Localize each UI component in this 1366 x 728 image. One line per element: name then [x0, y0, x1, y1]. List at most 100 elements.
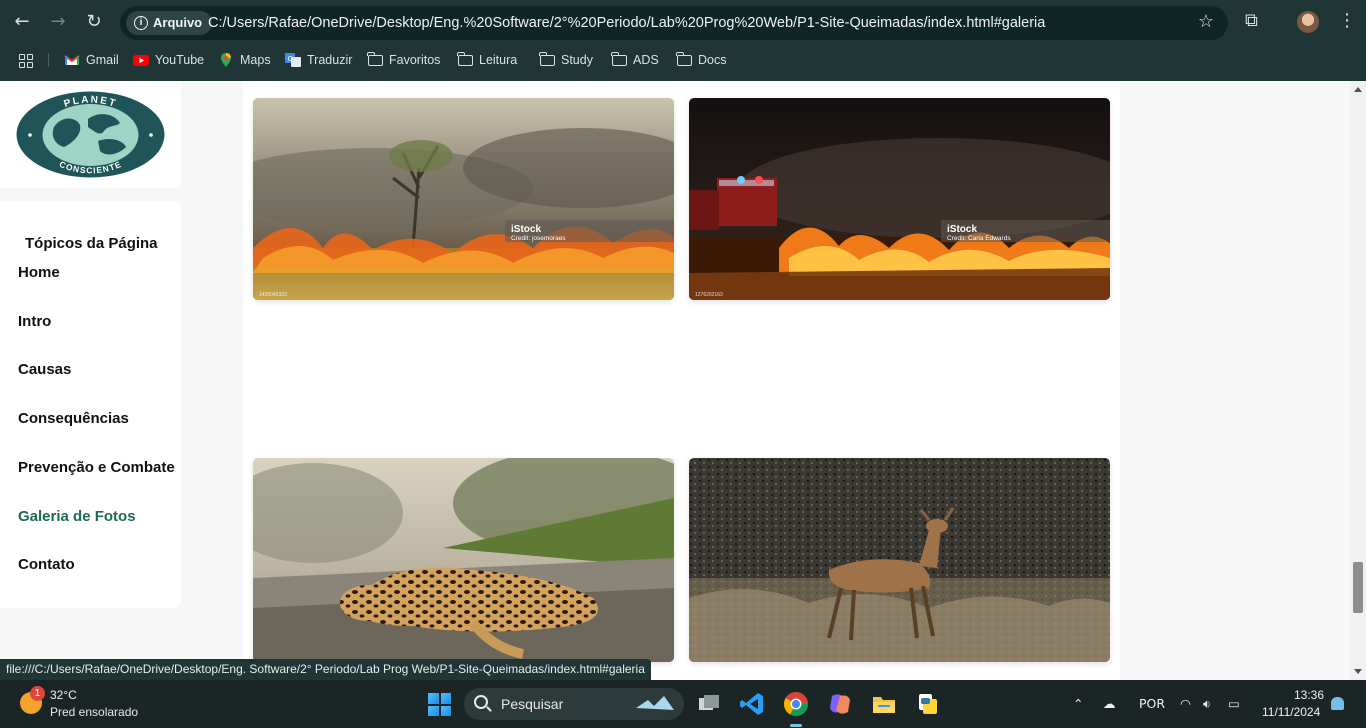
tray-chevron-up-icon[interactable]: ⌃ — [1073, 680, 1083, 728]
info-icon: i — [134, 16, 148, 30]
bookmark-folder-docs[interactable]: Docs — [676, 47, 727, 73]
gallery-photo-4[interactable] — [689, 458, 1110, 662]
photo-fire-truck-night: iStock Credit: Carla Edwards 1276292163 — [689, 98, 1110, 300]
language-indicator[interactable]: POR — [1139, 680, 1165, 728]
bookmark-maps[interactable]: Maps — [218, 47, 271, 73]
clock-date[interactable]: 11/11/2024 — [1262, 705, 1320, 719]
bookmark-folder-study[interactable]: Study — [539, 47, 593, 73]
bookmark-label: Traduzir — [307, 53, 353, 67]
wifi-icon[interactable]: ◠ — [1180, 680, 1191, 728]
windows-taskbar: 1 32°C Pred ensolarado Pesquisar ⌃ ☁ POR… — [0, 680, 1366, 728]
logo-card: PLANET CONSCIENTE — [0, 81, 181, 188]
scroll-down-arrow-icon[interactable] — [1354, 669, 1362, 674]
youtube-icon — [133, 55, 149, 66]
bookmark-folder-favoritos[interactable]: Favoritos — [367, 47, 441, 73]
page-scrollbar[interactable] — [1350, 81, 1366, 680]
weather-temperature: 32°C — [50, 688, 77, 702]
nav-link-consequencias[interactable]: Consequências — [18, 410, 129, 427]
nav-link-contato[interactable]: Contato — [18, 556, 75, 573]
url-text[interactable]: C:/Users/Rafae/OneDrive/Desktop/Eng.%20S… — [208, 6, 1045, 40]
stock-id: 1435045323 — [259, 292, 287, 298]
planet-consciente-logo[interactable]: PLANET CONSCIENTE — [16, 91, 165, 178]
link-status-bubble: file:///C:/Users/Rafae/OneDrive/Desktop/… — [0, 659, 651, 680]
maps-icon — [221, 53, 231, 67]
topics-nav: Tópicos da Página Home Intro Causas Cons… — [0, 201, 181, 608]
photo-fire-grassland: iStock Credit: josemoraes 1435045323 — [253, 98, 674, 300]
bookmark-folder-ads[interactable]: ADS — [611, 47, 659, 73]
nav-link-causas[interactable]: Causas — [18, 361, 71, 378]
watermark-text: iStock — [511, 224, 541, 235]
folder-icon — [611, 51, 627, 66]
nav-link-galeria[interactable]: Galeria de Fotos — [18, 508, 136, 525]
browser-toolbar: ← → ↻ i Arquivo C:/Users/Rafae/OneDrive/… — [0, 0, 1366, 81]
bookmark-label: Favoritos — [389, 53, 441, 67]
onedrive-cloud-icon[interactable]: ☁ — [1103, 680, 1116, 728]
bookmarks-bar: Gmail YouTube Maps G Traduzir Favoritos … — [0, 47, 1366, 73]
bookmark-label: Leitura — [479, 53, 518, 67]
scroll-up-arrow-icon[interactable] — [1354, 87, 1362, 92]
watermark-text: iStock — [947, 224, 977, 235]
bookmark-label: Study — [561, 53, 593, 67]
search-highlight-icon — [636, 696, 674, 710]
vscode-icon[interactable] — [738, 690, 766, 718]
back-arrow-icon[interactable]: ← — [10, 10, 34, 34]
bookmark-folder-leitura[interactable]: Leitura — [457, 47, 518, 73]
notification-badge: 1 — [30, 686, 45, 701]
gallery-photo-3[interactable] — [253, 458, 674, 662]
weather-description: Pred ensolarado — [50, 705, 139, 719]
nav-link-prevencao[interactable]: Prevenção e Combate — [18, 459, 175, 476]
bookmark-traduzir[interactable]: G Traduzir — [285, 47, 352, 73]
folder-icon — [457, 51, 473, 66]
folder-icon — [367, 51, 383, 66]
nav-link-home[interactable]: Home — [18, 264, 60, 281]
scrollbar-thumb[interactable] — [1353, 562, 1363, 613]
bookmark-label: Maps — [240, 53, 271, 67]
apps-grid-icon[interactable] — [19, 54, 33, 68]
bookmarks-separator — [48, 53, 49, 67]
svg-text:G: G — [288, 55, 293, 63]
bookmark-star-icon[interactable]: ☆ — [1198, 11, 1214, 32]
stock-id: 1276292163 — [695, 292, 723, 298]
reload-icon[interactable]: ↻ — [82, 10, 106, 34]
extensions-icon[interactable]: ⧉ — [1245, 10, 1258, 31]
site-info-chip[interactable]: i Arquivo — [126, 11, 213, 35]
notification-bell-icon[interactable] — [1331, 697, 1344, 710]
folder-icon — [676, 51, 692, 66]
nav-link-intro[interactable]: Intro — [18, 313, 51, 330]
menu-dots-icon[interactable]: ⋮ — [1338, 10, 1356, 31]
start-button[interactable] — [428, 693, 451, 716]
search-label: Pesquisar — [501, 696, 564, 712]
battery-icon[interactable]: ▭ — [1228, 680, 1240, 728]
file-explorer-icon[interactable] — [870, 690, 898, 718]
bookmark-gmail[interactable]: Gmail — [64, 47, 119, 73]
nav-title: Tópicos da Página — [25, 235, 158, 252]
photo-ocelot-road — [253, 458, 674, 662]
chrome-icon[interactable] — [782, 690, 810, 718]
search-icon — [474, 695, 488, 709]
photo-credit: Credit: josemoraes — [511, 235, 566, 242]
python-icon[interactable] — [914, 690, 942, 718]
bookmark-label: ADS — [633, 53, 659, 67]
clock-time[interactable]: 13:36 — [1294, 688, 1324, 702]
forward-arrow-icon[interactable]: → — [46, 10, 70, 34]
profile-avatar[interactable] — [1297, 11, 1319, 33]
bookmark-youtube[interactable]: YouTube — [133, 47, 204, 73]
address-bar[interactable]: i Arquivo C:/Users/Rafae/OneDrive/Deskto… — [120, 6, 1228, 40]
gallery-photo-1[interactable]: iStock Credit: josemoraes 1435045323 — [253, 98, 674, 300]
translate-icon: G — [285, 53, 301, 67]
bookmark-label: YouTube — [155, 53, 205, 67]
bookmark-label: Gmail — [86, 53, 119, 67]
gallery-photo-2[interactable]: iStock Credit: Carla Edwards 1276292163 — [689, 98, 1110, 300]
photo-credit: Credit: Carla Edwards — [947, 235, 1011, 242]
copilot-icon[interactable] — [826, 690, 854, 718]
photo-gallery: iStock Credit: josemoraes 1435045323 iSt… — [243, 81, 1120, 680]
volume-icon[interactable]: 🔉︎ — [1203, 680, 1211, 728]
page-viewport: PLANET CONSCIENTE Tópicos da Página Home… — [0, 81, 1350, 680]
task-view-icon[interactable] — [695, 690, 723, 718]
active-app-indicator — [790, 724, 802, 727]
bookmark-label: Docs — [698, 53, 727, 67]
taskbar-search[interactable]: Pesquisar — [464, 688, 684, 720]
photo-deer-burned-field — [689, 458, 1110, 662]
site-info-label: Arquivo — [153, 15, 203, 30]
folder-icon — [539, 51, 555, 66]
